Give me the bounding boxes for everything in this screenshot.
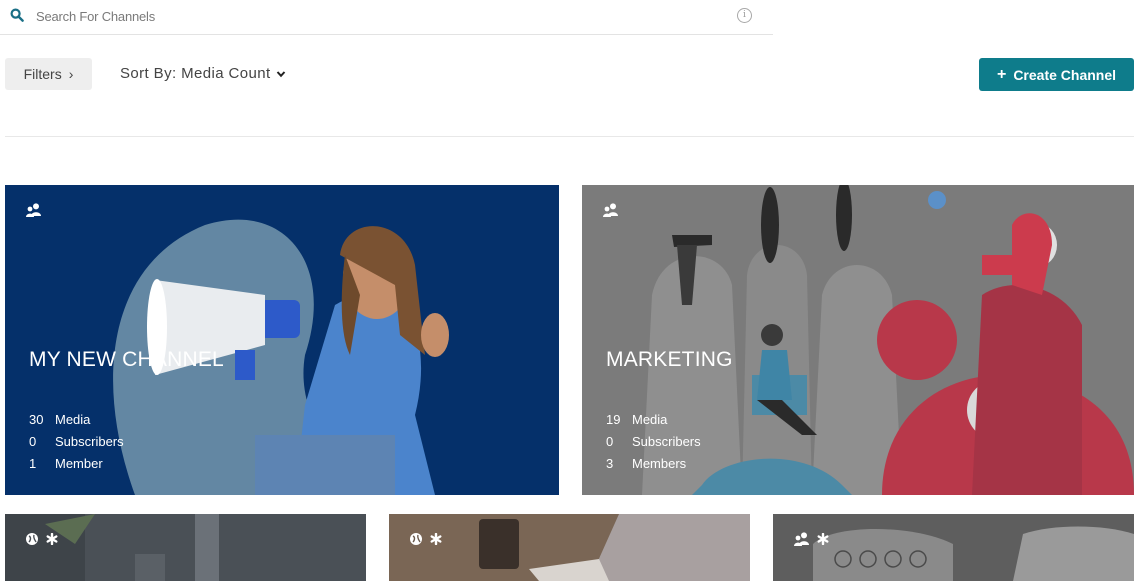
stat-value: 0 <box>29 434 37 449</box>
channel-icons <box>793 532 829 546</box>
stat-subscribers: 0 Subscribers <box>29 431 124 453</box>
channel-icons <box>25 203 42 217</box>
filters-label: Filters <box>23 66 62 82</box>
channel-card-4[interactable] <box>389 514 750 581</box>
globe-icon <box>26 533 38 545</box>
group-icon <box>603 203 618 217</box>
stat-media: 19 Media <box>606 409 701 431</box>
channel-card-marketing[interactable]: MARKETING 19 Media 0 Subscribers 3 Members <box>582 185 1134 495</box>
stat-label: Media <box>55 412 91 427</box>
stat-value: 19 <box>606 412 621 427</box>
stat-value: 1 <box>29 456 37 471</box>
stat-value: 3 <box>606 456 614 471</box>
info-icon[interactable]: i <box>737 8 752 23</box>
create-channel-label: Create Channel <box>1013 66 1117 83</box>
stat-members: 3 Members <box>606 453 701 475</box>
search-input[interactable] <box>36 6 676 26</box>
asterisk-icon <box>817 533 829 545</box>
asterisk-icon <box>46 533 58 545</box>
stat-label: Subscribers <box>55 434 124 449</box>
channel-card-3[interactable] <box>5 514 366 581</box>
channel-icons <box>25 532 58 546</box>
globe-icon <box>410 533 422 545</box>
create-channel-button[interactable]: + Create Channel <box>979 58 1134 91</box>
channel-thumbnail-image <box>773 514 1134 581</box>
stat-value: 0 <box>606 434 614 449</box>
search-bar: i <box>0 0 773 35</box>
stat-subscribers: 0 Subscribers <box>606 431 701 453</box>
channel-title: MY NEW CHANNEL <box>29 348 224 371</box>
group-icon <box>26 203 41 217</box>
channel-icons <box>602 203 619 217</box>
divider <box>5 136 1134 137</box>
stat-media: 30 Media <box>29 409 124 431</box>
stat-label: Subscribers <box>632 434 701 449</box>
channel-card-5[interactable] <box>773 514 1134 581</box>
stat-label: Member <box>55 456 103 471</box>
group-icon <box>794 532 809 546</box>
channel-stats: 30 Media 0 Subscribers 1 Member <box>29 409 124 475</box>
chevron-down-icon <box>276 70 285 77</box>
search-icon[interactable] <box>10 8 24 22</box>
plus-icon: + <box>996 65 1007 83</box>
channel-icons <box>409 532 442 546</box>
asterisk-icon <box>430 533 442 545</box>
stat-members: 1 Member <box>29 453 124 475</box>
stat-label: Members <box>632 456 687 471</box>
channel-stats: 19 Media 0 Subscribers 3 Members <box>606 409 701 475</box>
filters-button[interactable]: Filters › <box>5 58 92 90</box>
stat-label: Media <box>632 412 668 427</box>
chevron-right-icon: › <box>68 66 74 82</box>
channel-title: MARKETING <box>606 348 733 371</box>
stat-value: 30 <box>29 412 44 427</box>
channel-thumbnail-image <box>5 514 219 581</box>
channel-card-my-new-channel[interactable]: MY NEW CHANNEL 30 Media 0 Subscribers 1 Mem… <box>5 185 559 495</box>
channel-thumbnail-image <box>389 514 750 581</box>
sort-by-dropdown[interactable]: Sort By: Media Count <box>120 65 286 82</box>
sort-by-label: Sort By: Media Count <box>120 65 271 82</box>
